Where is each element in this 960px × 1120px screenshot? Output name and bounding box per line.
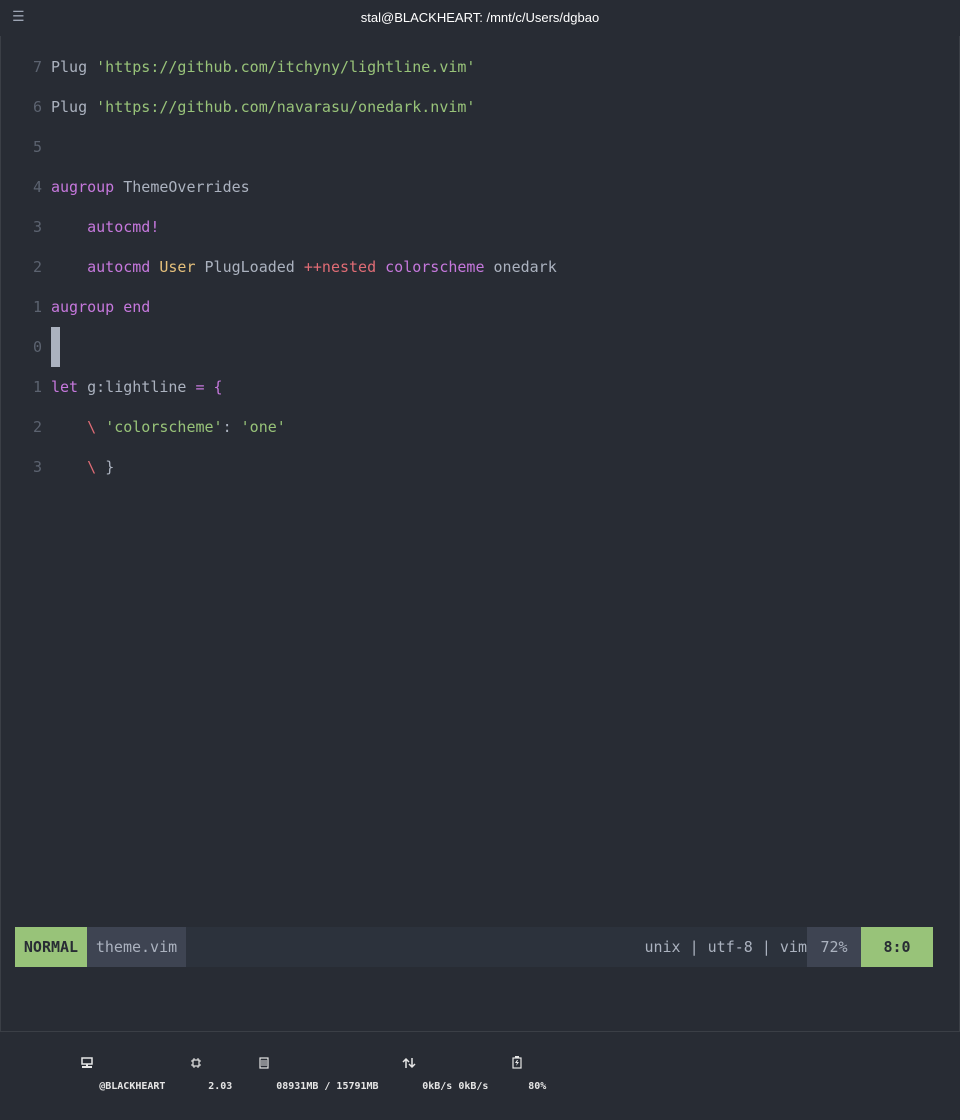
line-number: 0 — [32, 338, 42, 356]
code-token: } — [105, 458, 115, 476]
code-line[interactable]: 3 autocmd! — [0, 207, 960, 247]
battery-level: 80% — [528, 1081, 547, 1092]
line-content[interactable] — [51, 327, 60, 367]
line-number: 4 — [32, 178, 42, 196]
filename: theme.vim — [87, 927, 186, 967]
cursor-position: 8:0 — [861, 927, 933, 967]
cpu-icon — [154, 1032, 202, 1098]
line-number: 2 — [32, 418, 42, 436]
line-content[interactable]: augroup ThemeOverrides — [51, 167, 250, 207]
line-content[interactable]: autocmd User PlugLoaded ++nested colorsc… — [51, 247, 557, 287]
code-token: let — [51, 378, 88, 396]
battery-icon — [476, 1032, 522, 1098]
up-down-arrows-icon — [366, 1032, 416, 1098]
code-line[interactable]: 7 Plug 'https://github.com/itchyny/lightl… — [0, 47, 960, 87]
code-line[interactable]: 0 — [0, 327, 960, 367]
battery-status: 80% — [452, 1010, 546, 1120]
code-token: onedark — [493, 258, 557, 276]
line-number: 5 — [32, 138, 42, 156]
code-line[interactable]: 1 let g:lightline = { — [0, 367, 960, 407]
scroll-percent: 72% — [807, 927, 861, 967]
memory-icon — [222, 1032, 270, 1098]
editor-buffer[interactable]: 7 Plug 'https://github.com/itchyny/lightl… — [0, 47, 960, 487]
line-content[interactable]: \ } — [51, 447, 114, 487]
code-line[interactable]: 6 Plug 'https://github.com/navarasu/oneda… — [0, 87, 960, 127]
code-token: \ — [87, 458, 106, 476]
code-token: g:lightline — [87, 378, 196, 396]
code-token: Plug — [51, 98, 97, 116]
code-token: 'https://github.com/itchyny/lightline.vi… — [96, 58, 476, 76]
code-token: colorscheme — [385, 258, 494, 276]
file-info: unix | utf-8 | vim — [644, 938, 807, 956]
code-token: autocmd — [87, 258, 160, 276]
code-token: 'colorscheme' — [105, 418, 223, 436]
line-content[interactable]: Plug 'https://github.com/navarasu/onedar… — [51, 87, 475, 127]
line-content[interactable]: \ 'colorscheme': 'one' — [51, 407, 286, 447]
code-token: augroup — [51, 178, 124, 196]
code-line[interactable]: 5 — [0, 127, 960, 167]
text-cursor — [51, 327, 60, 367]
code-line[interactable]: 3 \ } — [0, 447, 960, 487]
line-number: 6 — [32, 98, 42, 116]
code-token: User — [159, 258, 205, 276]
line-content[interactable]: let g:lightline = { — [51, 367, 223, 407]
code-token: ++nested — [303, 258, 386, 276]
code-token: = { — [195, 378, 223, 396]
title-bar[interactable]: ☰ stal@BLACKHEART: /mnt/c/Users/dgbao — [0, 0, 960, 36]
system-status-bar: @BLACKHEART 2.03 08931MB / 15791MB 0kB/s… — [0, 1010, 960, 1092]
network-host-icon — [45, 1032, 93, 1098]
line-content[interactable]: Plug 'https://github.com/itchyny/lightli… — [51, 47, 475, 87]
code-token: 'https://github.com/navarasu/onedark.nvi… — [96, 98, 476, 116]
line-number: 7 — [32, 58, 42, 76]
code-token: : — [222, 418, 241, 436]
code-line[interactable]: 1 augroup end — [0, 287, 960, 327]
code-token: \ — [87, 418, 106, 436]
line-number: 1 — [32, 378, 42, 396]
code-token: autocmd! — [87, 218, 160, 236]
code-line[interactable]: 2 \ 'colorscheme': 'one' — [0, 407, 960, 447]
line-number: 3 — [32, 458, 42, 476]
line-content[interactable]: autocmd! — [51, 207, 159, 247]
code-token: PlugLoaded — [204, 258, 304, 276]
window-title: stal@BLACKHEART: /mnt/c/Users/dgbao — [360, 10, 600, 25]
code-token: 'one' — [240, 418, 286, 436]
line-content[interactable]: augroup end — [51, 287, 150, 327]
line-number: 2 — [32, 258, 42, 276]
code-token: Plug — [51, 58, 97, 76]
line-number: 3 — [32, 218, 42, 236]
mode-indicator: NORMAL — [15, 927, 87, 967]
line-number: 1 — [32, 298, 42, 316]
vim-statusline: NORMAL theme.vim unix | utf-8 | vim 72% … — [15, 927, 933, 967]
code-token: ThemeOverrides — [123, 178, 250, 196]
code-line[interactable]: 4 augroup ThemeOverrides — [0, 167, 960, 207]
code-token: augroup end — [51, 298, 151, 316]
code-line[interactable]: 2 autocmd User PlugLoaded ++nested color… — [0, 247, 960, 287]
